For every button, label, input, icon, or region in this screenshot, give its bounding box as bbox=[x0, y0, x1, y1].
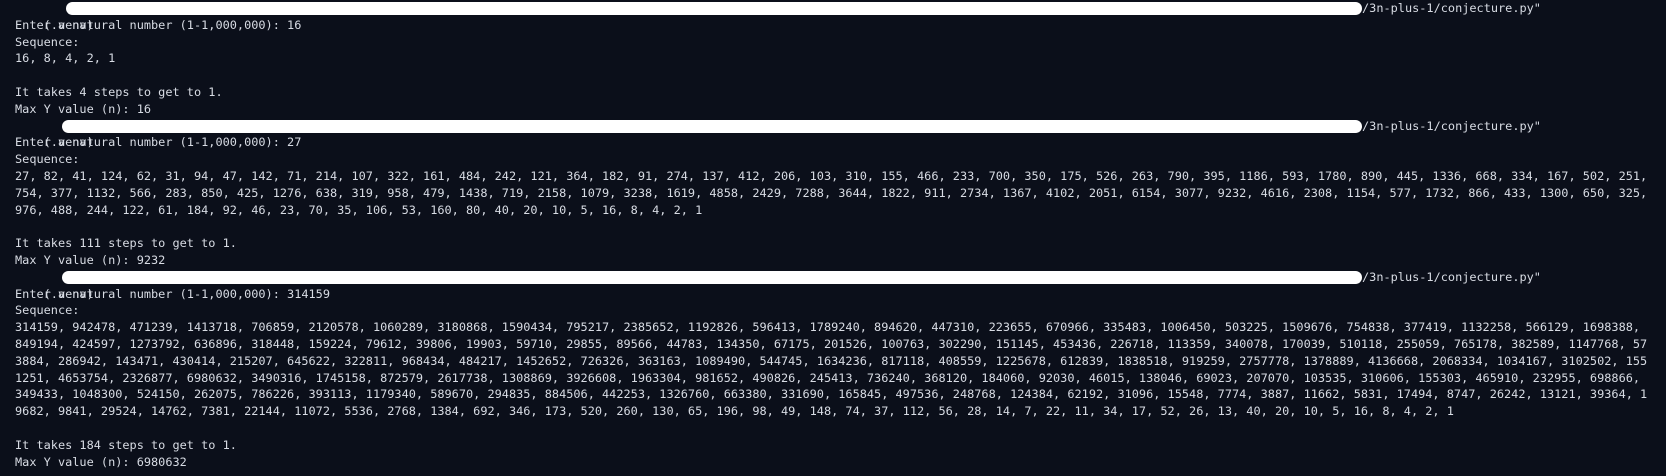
venv-indicator: (.venv) bbox=[43, 286, 94, 301]
script-path: /3n-plus-1/conjecture.py" bbox=[1362, 269, 1541, 284]
venv-indicator: (.venv) bbox=[43, 17, 94, 32]
script-path: /3n-plus-1/conjecture.py" bbox=[1362, 118, 1541, 133]
max-value-output: Max Y value (n): 16 bbox=[15, 101, 152, 116]
input-prompt: Enter a natural number (1-1,000,000): 16 bbox=[15, 17, 302, 32]
redacted-path bbox=[62, 270, 1362, 284]
sequence-label: Sequence: bbox=[15, 152, 80, 167]
input-prompt: Enter a natural number (1-1,000,000): 31… bbox=[15, 286, 330, 301]
sequence-output: 314159, 942478, 471239, 1413718, 706859,… bbox=[15, 320, 1648, 419]
venv-indicator: (.venv) bbox=[43, 135, 94, 150]
steps-output: It takes 111 steps to get to 1. bbox=[15, 236, 237, 251]
command-prompt-line: (.venv) /3n-plus-1/conjecture.py" bbox=[15, 269, 1666, 301]
sequence-label: Sequence: bbox=[15, 34, 80, 49]
sequence-output: 27, 82, 41, 124, 62, 31, 94, 47, 142, 71… bbox=[15, 168, 1655, 217]
command-prompt-line: (.venv) /3n-plus-1/conjecture.py" bbox=[15, 0, 1666, 32]
redacted-path bbox=[62, 119, 1362, 133]
max-value-output: Max Y value (n): 9232 bbox=[15, 252, 166, 267]
sequence-output: 16, 8, 4, 2, 1 bbox=[15, 51, 116, 66]
max-value-output: Max Y value (n): 6980632 bbox=[15, 454, 187, 469]
redacted-path bbox=[66, 2, 1362, 15]
sequence-label: Sequence: bbox=[15, 303, 80, 318]
input-prompt: Enter a natural number (1-1,000,000): 27 bbox=[15, 135, 302, 150]
script-path: /3n-plus-1/conjecture.py" bbox=[1362, 1, 1541, 15]
steps-output: It takes 4 steps to get to 1. bbox=[15, 84, 223, 99]
command-prompt-line: (.venv) /3n-plus-1/conjecture.py" bbox=[15, 118, 1666, 150]
steps-output: It takes 184 steps to get to 1. bbox=[15, 437, 237, 452]
terminal-window[interactable]: (.venv) /3n-plus-1/conjecture.py" Enter … bbox=[0, 0, 1666, 476]
